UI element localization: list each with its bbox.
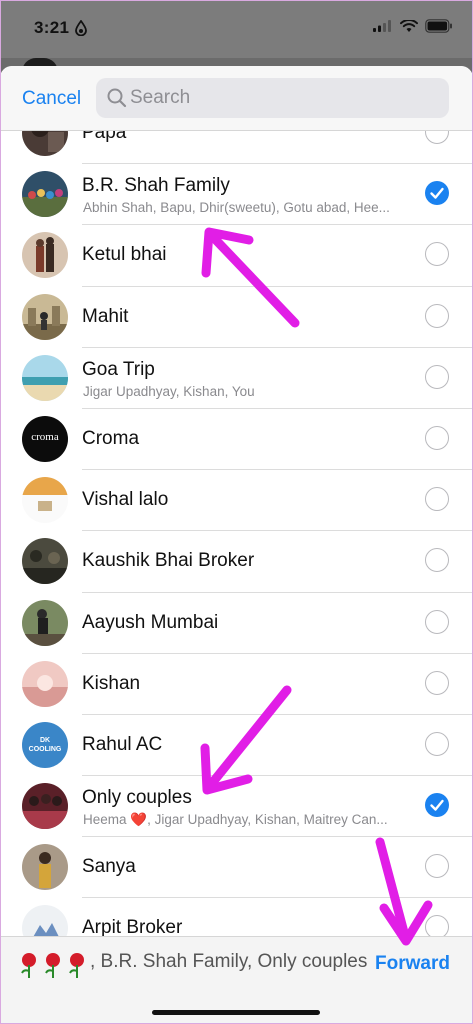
cancel-button[interactable]: Cancel xyxy=(22,88,81,110)
avatar xyxy=(22,477,68,524)
contact-row-croma[interactable]: croma Croma xyxy=(0,409,473,471)
wifi-icon xyxy=(400,19,418,32)
contact-name: Vishal lalo xyxy=(82,489,169,511)
selected-recipients: , B.R. Shah Family, Only couples xyxy=(90,951,368,972)
select-radio[interactable] xyxy=(425,609,449,634)
rose-icon xyxy=(21,953,36,978)
rose-icon xyxy=(45,953,60,978)
contact-name: Rahul AC xyxy=(82,733,163,755)
contact-row-br-shah-family[interactable]: B.R. Shah Family Abhin Shah, Bapu, Dhir(… xyxy=(0,164,473,226)
avatar xyxy=(22,171,68,218)
dk-cooling-logo: DK COOLING xyxy=(28,736,62,753)
select-radio-checked[interactable] xyxy=(425,181,449,206)
contact-row-ketul-bhai[interactable]: Ketul bhai xyxy=(0,225,473,287)
search-bar[interactable] xyxy=(96,78,449,118)
contact-name: Mahit xyxy=(82,305,129,327)
search-header: Cancel xyxy=(0,66,473,131)
rose-icon xyxy=(69,953,84,978)
avatar: croma xyxy=(22,415,68,462)
avatar xyxy=(22,660,68,707)
select-radio[interactable] xyxy=(425,487,449,512)
search-icon xyxy=(107,88,127,108)
contact-row-vishal-lalo[interactable]: Vishal lalo xyxy=(0,470,473,532)
contact-row-kaushik-bhai-broker[interactable]: Kaushik Bhai Broker xyxy=(0,531,473,593)
contact-row-sanya[interactable]: Sanya xyxy=(0,837,473,899)
avatar xyxy=(22,293,68,340)
select-radio[interactable] xyxy=(425,548,449,573)
search-input[interactable] xyxy=(130,78,430,118)
select-radio[interactable] xyxy=(425,303,449,328)
status-time: 3:21 xyxy=(34,18,70,37)
avatar xyxy=(22,783,68,830)
select-radio[interactable] xyxy=(425,731,449,756)
croma-logo: croma xyxy=(31,430,59,443)
contact-name: Croma xyxy=(82,427,140,449)
contact-name: Ketul bhai xyxy=(82,244,167,266)
avatar xyxy=(22,354,68,401)
avatar xyxy=(22,232,68,279)
avatar xyxy=(22,599,68,646)
share-sheet: Cancel Papa B.R. Shah Family Abhin Shah,… xyxy=(0,66,473,1024)
checkmark-icon xyxy=(430,187,444,199)
select-radio[interactable] xyxy=(425,425,449,450)
group-members: Abhin Shah, Bapu, Dhir(sweetu), Gotu aba… xyxy=(83,200,390,216)
contact-name: Kishan xyxy=(82,672,141,694)
hotspot-icon xyxy=(75,20,87,36)
contact-row-rahul-ac[interactable]: DK COOLING Rahul AC xyxy=(0,715,473,777)
contact-row-only-couples[interactable]: Only couples Heema ❤️, Jigar Upadhyay, K… xyxy=(0,776,473,838)
select-radio[interactable] xyxy=(425,364,449,389)
avatar xyxy=(22,844,68,891)
selection-bar: , B.R. Shah Family, Only couples Forward xyxy=(0,936,473,1024)
contact-name: Only couples xyxy=(82,787,192,809)
contact-row-aayush-mumbai[interactable]: Aayush Mumbai xyxy=(0,593,473,654)
group-members: Heema ❤️, Jigar Upadhyay, Kishan, Maitre… xyxy=(83,812,388,828)
checkmark-icon xyxy=(430,799,444,811)
contact-list: Papa B.R. Shah Family Abhin Shah, Bapu, … xyxy=(0,103,473,960)
contact-row-goa-trip[interactable]: Goa Trip Jigar Upadhyay, Kishan, You xyxy=(0,348,473,409)
group-members: Jigar Upadhyay, Kishan, You xyxy=(83,383,255,399)
contact-name: Aayush Mumbai xyxy=(82,611,219,633)
contact-row-kishan[interactable]: Kishan xyxy=(0,654,473,715)
contact-name: B.R. Shah Family xyxy=(82,175,230,197)
contact-name: Kaushik Bhai Broker xyxy=(82,550,255,572)
select-radio[interactable] xyxy=(425,670,449,695)
select-radio[interactable] xyxy=(425,854,449,879)
select-radio[interactable] xyxy=(425,242,449,267)
contact-row-mahit[interactable]: Mahit xyxy=(0,287,473,348)
contact-name: Goa Trip xyxy=(82,358,155,380)
avatar: DK COOLING xyxy=(22,721,68,768)
avatar xyxy=(22,538,68,585)
status-bar: 3:21 xyxy=(0,0,473,58)
contact-name: Sanya xyxy=(82,856,136,878)
select-radio-checked[interactable] xyxy=(425,793,449,818)
forward-button[interactable]: Forward xyxy=(375,953,450,975)
home-indicator xyxy=(152,1010,320,1015)
cellular-signal-icon xyxy=(373,20,391,32)
selected-contacts-emoji xyxy=(18,951,88,979)
battery-icon xyxy=(425,19,452,33)
